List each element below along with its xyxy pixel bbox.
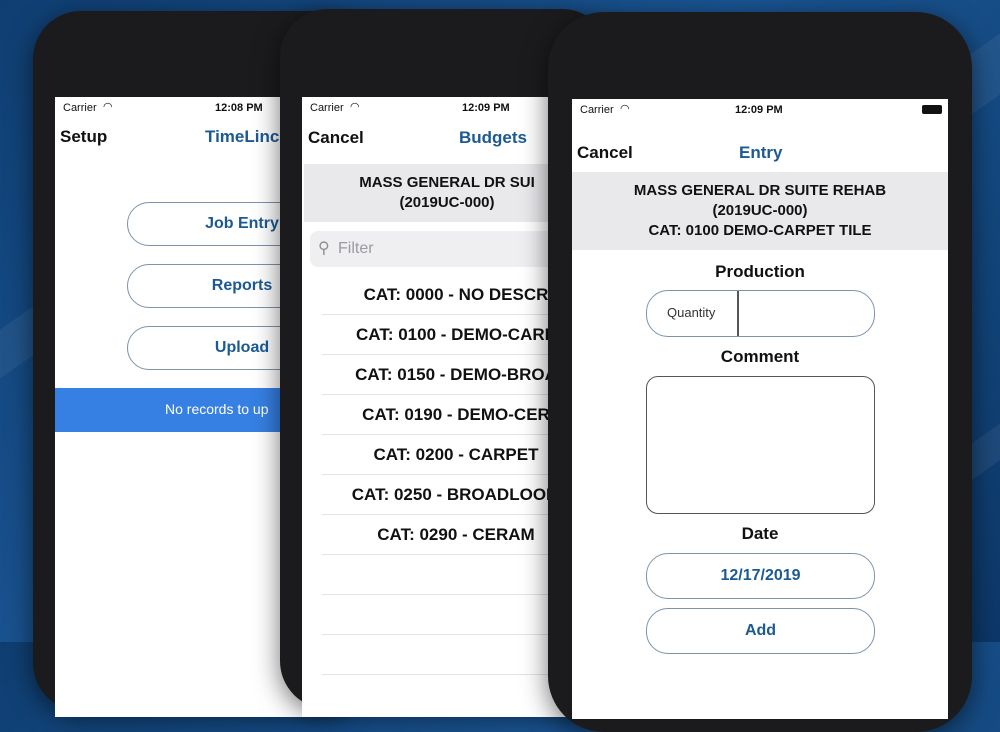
carrier-label: Carrier — [63, 102, 97, 114]
status-time: 12:09 PM — [735, 104, 783, 116]
status-bar: Carrier ◠ 12:09 PM — [572, 99, 948, 121]
quantity-field[interactable]: Quantity — [646, 290, 875, 337]
wifi-icon: ◠ — [620, 103, 630, 115]
quantity-label: Quantity — [667, 305, 716, 320]
search-icon: ⚲ — [318, 240, 330, 257]
phone-entry: Carrier ◠ 12:09 PM Cancel Entry MASS GEN… — [548, 12, 972, 732]
comment-textarea[interactable] — [646, 376, 875, 514]
status-bar: Carrier ◠ 12:09 PM — [302, 97, 590, 119]
status-time: 12:09 PM — [462, 102, 510, 114]
field-divider — [737, 291, 739, 336]
cancel-button[interactable]: Cancel — [577, 143, 633, 163]
job-code: (2019UC-000) — [712, 202, 808, 219]
production-label: Production — [715, 262, 805, 281]
status-time: 12:08 PM — [215, 102, 263, 114]
carrier-label: Carrier — [310, 102, 344, 114]
budgets-screen: Carrier ◠ 12:09 PM Cancel Budgets MASS G… — [302, 97, 590, 717]
date-picker[interactable]: 12/17/2019 — [646, 553, 875, 599]
carrier-label: Carrier — [580, 104, 614, 116]
date-label: Date — [741, 524, 779, 543]
banner-text: No records to up — [165, 401, 269, 417]
add-button[interactable]: Add — [646, 608, 875, 654]
filter-placeholder: Filter — [338, 240, 374, 257]
setup-button[interactable]: Setup — [60, 127, 107, 147]
entry-screen: Carrier ◠ 12:09 PM Cancel Entry MASS GEN… — [572, 99, 948, 719]
wifi-icon: ◠ — [350, 101, 360, 113]
nav-title: Budgets — [459, 128, 527, 147]
battery-icon — [922, 105, 942, 114]
nav-title: Entry — [739, 143, 783, 162]
job-name: MASS GENERAL DR SUITE REHAB — [633, 182, 887, 199]
comment-label: Comment — [720, 347, 800, 366]
category-name: CAT: 0100 DEMO-CARPET TILE — [648, 222, 872, 239]
job-header: MASS GENERAL DR SUITE REHAB (2019UC-000)… — [572, 172, 948, 250]
wifi-icon: ◠ — [103, 101, 113, 113]
nav-title: TimeLinc — [205, 127, 280, 146]
cancel-button[interactable]: Cancel — [308, 128, 364, 148]
